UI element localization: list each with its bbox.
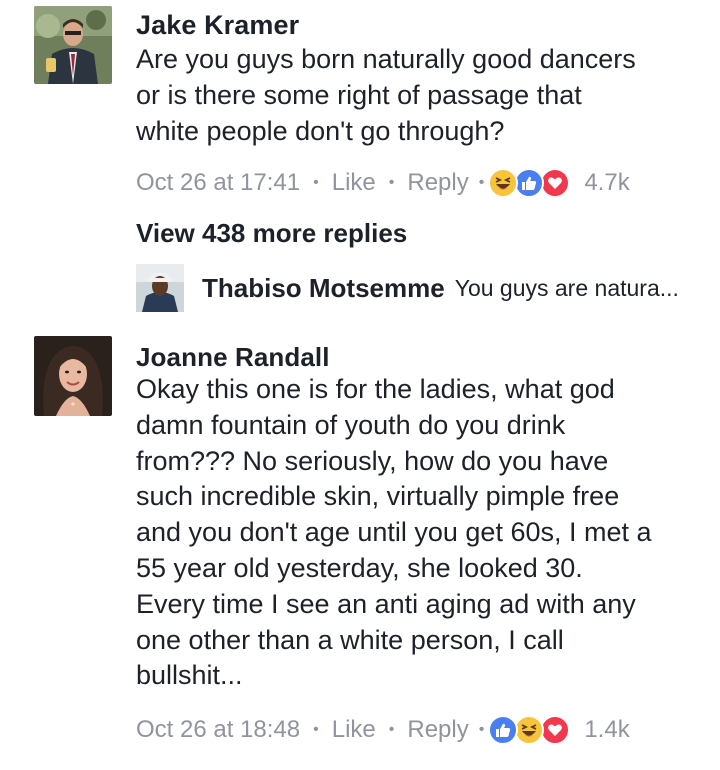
love-icon (540, 715, 571, 745)
reply-preview[interactable]: Thabiso Motsemme You guys are natura... (136, 263, 679, 313)
comment-body: Okay this one is for the ladies, what go… (136, 372, 652, 694)
comment-body-line: Okay this one is for the ladies, what go… (136, 374, 615, 404)
separator-dot: • (313, 721, 319, 738)
comment-body-line: damn fountain of youth do you drink (136, 409, 566, 440)
separator-dot: • (478, 174, 485, 191)
separator-dot: • (388, 174, 395, 191)
like-button[interactable]: Like (332, 716, 376, 744)
like-icon (514, 168, 545, 198)
like-icon (488, 715, 519, 745)
comment-timestamp[interactable]: Oct 26 at 17:41 (136, 169, 300, 197)
reactions-summary[interactable] (488, 168, 571, 198)
avatar[interactable] (34, 336, 112, 416)
love-icon (540, 168, 571, 198)
comment-body-line: 55 year old yesterday, she looked 30. (136, 552, 583, 583)
separator-dot: • (478, 721, 485, 738)
comment-body-line: and you don't age until you get 60s, I m… (136, 517, 652, 548)
comment-author[interactable]: Jake Kramer (136, 10, 299, 41)
comment-timestamp[interactable]: Oct 26 at 18:48 (136, 716, 300, 744)
comment-author[interactable]: Joanne Randall (136, 342, 330, 373)
comment-jake-kramer: Jake Kramer Are you guys born naturally … (0, 0, 720, 210)
comment-body-line: bullshit... (136, 660, 243, 691)
reply-button[interactable]: Reply (407, 716, 468, 744)
haha-icon (514, 715, 545, 745)
comment-body-line: Every time I see an anti aging ad with a… (136, 588, 636, 619)
haha-icon (488, 168, 519, 198)
comment-meta: Oct 26 at 18:48 • Like • Reply • 1.4k (136, 714, 630, 746)
reaction-count[interactable]: 4.7k (584, 169, 629, 197)
reaction-count[interactable]: 1.4k (584, 716, 629, 744)
comment-body-line: one other than a white person, I call (136, 624, 564, 655)
separator-dot: • (313, 174, 319, 191)
reactions-summary[interactable] (488, 715, 571, 745)
reply-button[interactable]: Reply (407, 169, 468, 197)
avatar[interactable] (136, 264, 184, 312)
reply-snippet: You guys are natura... (454, 274, 679, 301)
view-more-replies-link[interactable]: View 438 more replies (136, 218, 407, 249)
comment-body-line: or is there some right of passage that (136, 79, 582, 110)
comment-body-line: from??? No seriously, how do you have (136, 445, 609, 476)
avatar[interactable] (34, 6, 112, 84)
like-button[interactable]: Like (332, 169, 376, 197)
comment-body: Are you guys born naturally good dancers… (136, 42, 636, 149)
comment-body-line: such incredible skin, virtually pimple f… (136, 481, 620, 512)
comment-body-line: white people don't go through? (136, 115, 505, 146)
comment-meta: Oct 26 at 17:41 • Like • Reply • 4.7k (136, 167, 630, 199)
comment-joanne-randall: Joanne Randall Okay this one is for the … (0, 330, 720, 770)
comment-body-line: Are you guys born naturally good dancers (136, 44, 636, 74)
separator-dot: • (388, 721, 395, 738)
reply-author[interactable]: Thabiso Motsemme (202, 273, 445, 304)
